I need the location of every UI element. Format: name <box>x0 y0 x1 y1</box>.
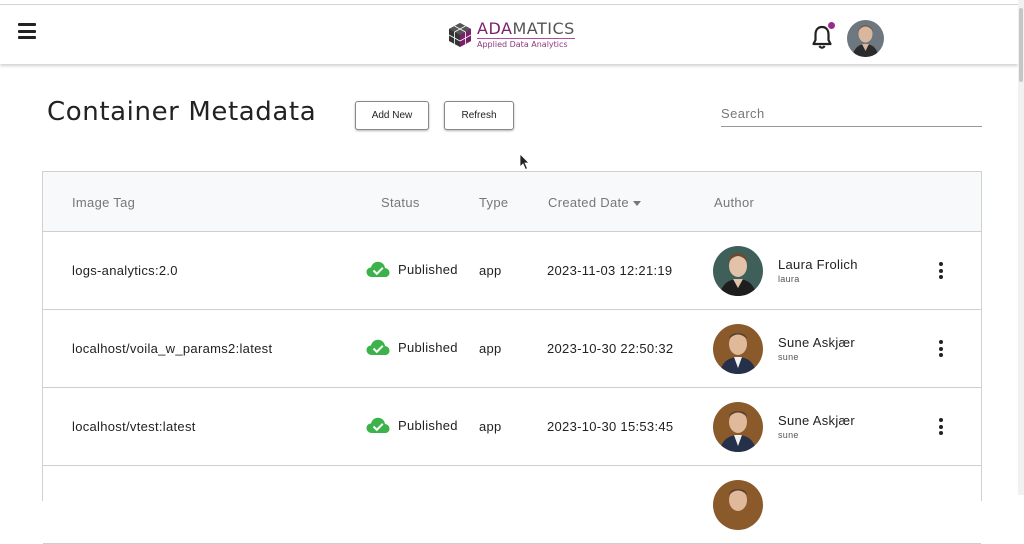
table-row[interactable]: logs-analytics:2.0 Published app 2023-11… <box>43 232 981 310</box>
notification-dot <box>828 22 835 29</box>
status-cell: Published <box>366 417 458 434</box>
page-title: Container Metadata <box>47 97 317 127</box>
author-avatar <box>713 324 763 374</box>
adamatics-logo[interactable]: ADAMATICS Applied Data Analytics <box>447 19 575 51</box>
image-tag-cell: logs-analytics:2.0 <box>72 263 178 278</box>
hamburger-menu-icon[interactable] <box>18 23 36 39</box>
type-cell: app <box>479 263 502 278</box>
table-row[interactable]: localhost/vtest:latest Published app 202… <box>43 388 981 466</box>
image-tag-cell: localhost/voila_w_params2:latest <box>72 341 273 356</box>
table-row[interactable]: localhost/voila_w_params2:latest Publish… <box>43 310 981 388</box>
row-actions-more-icon[interactable] <box>937 340 945 358</box>
author-avatar <box>713 402 763 452</box>
column-header-type: Type <box>479 195 509 210</box>
created-date-cell: 2023-10-30 22:50:32 <box>547 341 674 356</box>
logo-text: ADAMATICS Applied Data Analytics <box>477 21 575 49</box>
author-avatar <box>713 246 763 296</box>
status-label: Published <box>398 262 458 277</box>
column-header-created-date[interactable]: Created Date <box>548 195 641 210</box>
row-actions-more-icon[interactable] <box>937 262 945 280</box>
cloud-check-icon <box>366 339 390 355</box>
cube-logo-icon <box>448 23 472 47</box>
cloud-check-icon <box>366 417 390 433</box>
column-header-status: Status <box>381 195 420 210</box>
author-username: sune <box>778 352 799 362</box>
author-name: Laura Frolich <box>778 257 858 272</box>
refresh-button[interactable]: Refresh <box>444 101 514 130</box>
container-metadata-table: Image Tag Status Type Created Date Autho… <box>42 171 982 544</box>
table-row[interactable] <box>43 466 981 544</box>
cloud-check-icon <box>366 261 390 277</box>
page-scrollbar[interactable] <box>1018 0 1024 495</box>
column-header-image-tag: Image Tag <box>72 195 136 210</box>
author-name: Sune Askjær <box>778 413 856 428</box>
sort-desc-icon <box>632 201 641 207</box>
type-cell: app <box>479 419 502 434</box>
table-header: Image Tag Status Type Created Date Autho… <box>43 172 981 232</box>
search-input[interactable] <box>721 101 982 127</box>
status-cell: Published <box>366 339 458 356</box>
author-username: sune <box>778 430 799 440</box>
image-tag-cell: localhost/vtest:latest <box>72 419 196 434</box>
type-cell: app <box>479 341 502 356</box>
created-date-label: Created Date <box>548 195 629 210</box>
status-label: Published <box>398 418 458 433</box>
created-date-cell: 2023-11-03 12:21:19 <box>547 263 673 278</box>
logo-tagline: Applied Data Analytics <box>477 38 575 49</box>
column-header-author: Author <box>714 195 755 210</box>
author-name: Sune Askjær <box>778 335 856 350</box>
add-new-button[interactable]: Add New <box>355 101 429 130</box>
created-date-cell: 2023-10-30 15:53:45 <box>547 419 674 434</box>
author-username: laura <box>778 274 800 284</box>
row-actions-more-icon[interactable] <box>937 418 945 436</box>
mouse-cursor-icon <box>519 153 530 171</box>
scrollbar-thumb[interactable] <box>1019 8 1023 82</box>
status-label: Published <box>398 340 458 355</box>
logo-brand: ADAMATICS <box>477 19 575 38</box>
author-avatar <box>713 480 763 530</box>
status-cell: Published <box>366 261 458 278</box>
user-avatar[interactable] <box>847 20 884 57</box>
top-navbar: ADAMATICS Applied Data Analytics <box>0 5 1018 64</box>
